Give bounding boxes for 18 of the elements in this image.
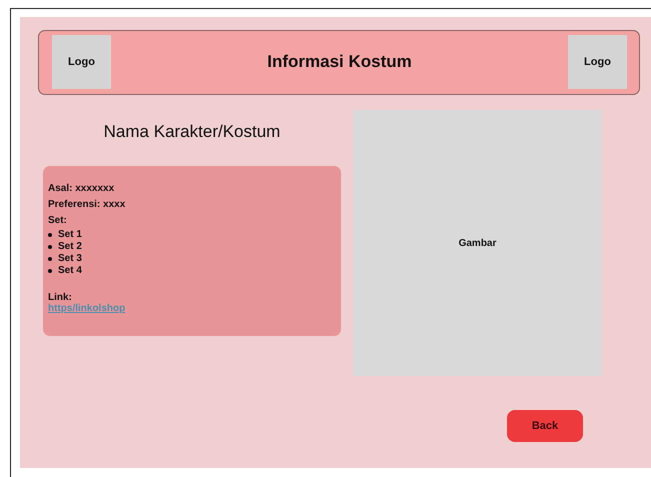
set-item: Set 4	[58, 265, 82, 277]
logo-label: Logo	[584, 56, 611, 68]
preference-text: Preferensi: xxxx	[48, 199, 126, 210]
logo-label: Logo	[68, 56, 95, 68]
back-button[interactable]: Back	[507, 410, 583, 442]
link-label: Link:	[48, 292, 72, 303]
page-title: Informasi Kostum	[267, 52, 412, 72]
origin-text: Asal: xxxxxxx	[48, 183, 114, 194]
character-title: Nama Karakter/Kostum	[104, 122, 280, 141]
bullet-icon	[48, 245, 52, 249]
set-item: Set 1	[58, 229, 82, 241]
image-label: Gambar	[458, 238, 496, 248]
bullet-icon	[48, 257, 52, 261]
set-label: Set:	[48, 215, 67, 226]
set-item: Set 3	[58, 253, 82, 265]
set-item: Set 2	[58, 241, 82, 253]
bullet-icon	[48, 269, 52, 273]
bullet-icon	[48, 233, 52, 237]
